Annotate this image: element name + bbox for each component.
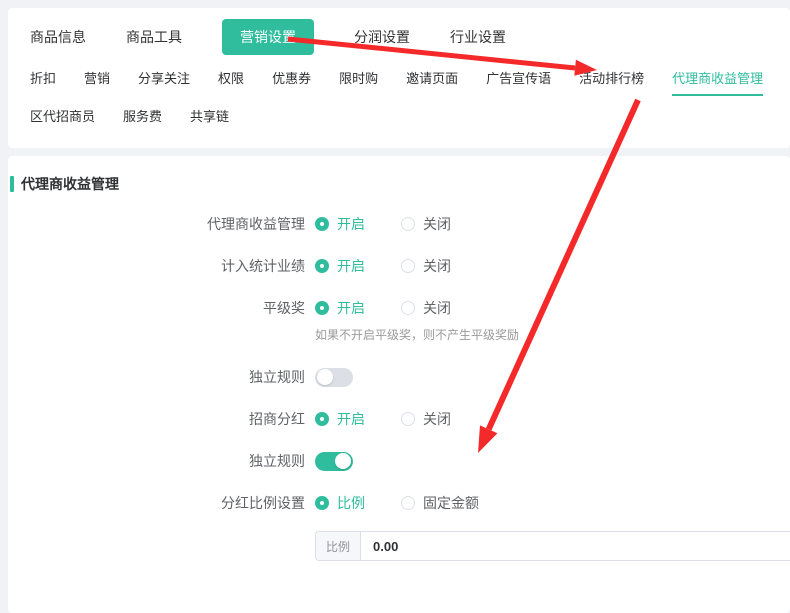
ratio-input-group: 比例 <box>315 531 790 561</box>
independent-rule-1-switch[interactable] <box>315 368 353 387</box>
form-row-independent-rule-2: 独立规则 <box>8 451 790 471</box>
independent-rule-2-label: 独立规则 <box>8 451 305 471</box>
radio-checked-icon <box>315 217 329 231</box>
radio-unchecked-icon <box>401 412 415 426</box>
agent-income-radio-off[interactable]: 关闭 <box>401 214 451 234</box>
subtab-flash-sale[interactable]: 限时购 <box>339 68 378 96</box>
count-stats-label: 计入统计业绩 <box>8 256 305 276</box>
radio-on-label: 开启 <box>337 298 365 318</box>
radio-checked-icon <box>315 496 329 510</box>
merchant-dividend-radio-on[interactable]: 开启 <box>315 409 365 429</box>
radio-checked-icon <box>315 412 329 426</box>
agent-income-radio-on[interactable]: 开启 <box>315 214 365 234</box>
form-row-agent-income: 代理商收益管理 开启 关闭 <box>8 214 790 234</box>
subtab-marketing[interactable]: 营销 <box>84 68 110 96</box>
form-row-ratio-input: 比例 <box>8 531 790 561</box>
dividend-ratio-radio-fixed[interactable]: 固定金额 <box>401 493 479 513</box>
form-row-merchant-dividend: 招商分红 开启 关闭 <box>8 409 790 429</box>
switch-knob <box>317 369 333 385</box>
ratio-input-prepend: 比例 <box>316 532 361 560</box>
radio-off-label: 关闭 <box>423 409 451 429</box>
subtab-agent-income-management[interactable]: 代理商收益管理 <box>672 68 763 96</box>
sub-tab-bar: 折扣 营销 分享关注 权限 优惠券 限时购 邀请页面 广告宣传语 活动排行榜 代… <box>20 52 778 134</box>
subtab-invite-page[interactable]: 邀请页面 <box>406 68 458 96</box>
subtab-permissions[interactable]: 权限 <box>218 68 244 96</box>
tab-profit-settings[interactable]: 分润设置 <box>354 27 410 47</box>
content-card: 代理商收益管理 代理商收益管理 开启 关闭 计入统计业绩 开启 关闭 <box>8 156 790 613</box>
tab-product-info[interactable]: 商品信息 <box>30 27 86 47</box>
radio-unchecked-icon <box>401 496 415 510</box>
radio-checked-icon <box>315 259 329 273</box>
independent-rule-2-switch[interactable] <box>315 452 353 471</box>
section-header: 代理商收益管理 <box>8 174 790 194</box>
radio-ratio-label: 比例 <box>337 493 365 513</box>
radio-off-label: 关闭 <box>423 298 451 318</box>
radio-unchecked-icon <box>401 259 415 273</box>
tab-industry-settings[interactable]: 行业设置 <box>450 27 506 47</box>
subtab-service-fee[interactable]: 服务费 <box>123 106 162 134</box>
count-stats-radio-on[interactable]: 开启 <box>315 256 365 276</box>
radio-on-label: 开启 <box>337 256 365 276</box>
dividend-ratio-radio-ratio[interactable]: 比例 <box>315 493 365 513</box>
peer-award-hint: 如果不开启平级奖，则不产生平级奖励 <box>8 326 790 343</box>
section-title: 代理商收益管理 <box>21 174 119 194</box>
form-row-count-stats: 计入统计业绩 开启 关闭 <box>8 256 790 276</box>
ratio-input[interactable] <box>361 532 790 560</box>
subtab-ad-slogan[interactable]: 广告宣传语 <box>486 68 551 96</box>
subtab-coupon[interactable]: 优惠券 <box>272 68 311 96</box>
nav-card: 商品信息 商品工具 营销设置 分润设置 行业设置 折扣 营销 分享关注 权限 优… <box>8 8 790 148</box>
form-row-peer-award: 平级奖 开启 关闭 <box>8 298 790 318</box>
radio-on-label: 开启 <box>337 214 365 234</box>
peer-award-label: 平级奖 <box>8 298 305 318</box>
agent-income-label: 代理商收益管理 <box>8 214 305 234</box>
radio-off-label: 关闭 <box>423 256 451 276</box>
peer-award-radio-on[interactable]: 开启 <box>315 298 365 318</box>
merchant-dividend-radio-off[interactable]: 关闭 <box>401 409 451 429</box>
radio-fixed-label: 固定金额 <box>423 493 479 513</box>
count-stats-radio-off[interactable]: 关闭 <box>401 256 451 276</box>
subtab-share-follow[interactable]: 分享关注 <box>138 68 190 96</box>
switch-knob <box>335 453 351 469</box>
radio-unchecked-icon <box>401 301 415 315</box>
merchant-dividend-label: 招商分红 <box>8 409 305 429</box>
form-row-independent-rule-1: 独立规则 <box>8 367 790 387</box>
radio-off-label: 关闭 <box>423 214 451 234</box>
subtab-activity-ranking[interactable]: 活动排行榜 <box>579 68 644 96</box>
radio-unchecked-icon <box>401 217 415 231</box>
peer-award-radio-off[interactable]: 关闭 <box>401 298 451 318</box>
form-row-dividend-ratio-mode: 分红比例设置 比例 固定金额 <box>8 493 790 513</box>
radio-on-label: 开启 <box>337 409 365 429</box>
independent-rule-1-label: 独立规则 <box>8 367 305 387</box>
dividend-ratio-mode-label: 分红比例设置 <box>8 493 305 513</box>
top-tab-bar: 商品信息 商品工具 营销设置 分润设置 行业设置 <box>20 22 778 52</box>
radio-checked-icon <box>315 301 329 315</box>
subtab-discount[interactable]: 折扣 <box>30 68 56 96</box>
tab-product-tools[interactable]: 商品工具 <box>126 27 182 47</box>
subtab-district-agent[interactable]: 区代招商员 <box>30 106 95 134</box>
subtab-share-chain[interactable]: 共享链 <box>190 106 229 134</box>
tab-marketing-settings[interactable]: 营销设置 <box>222 19 314 55</box>
section-accent-bar <box>10 176 14 192</box>
